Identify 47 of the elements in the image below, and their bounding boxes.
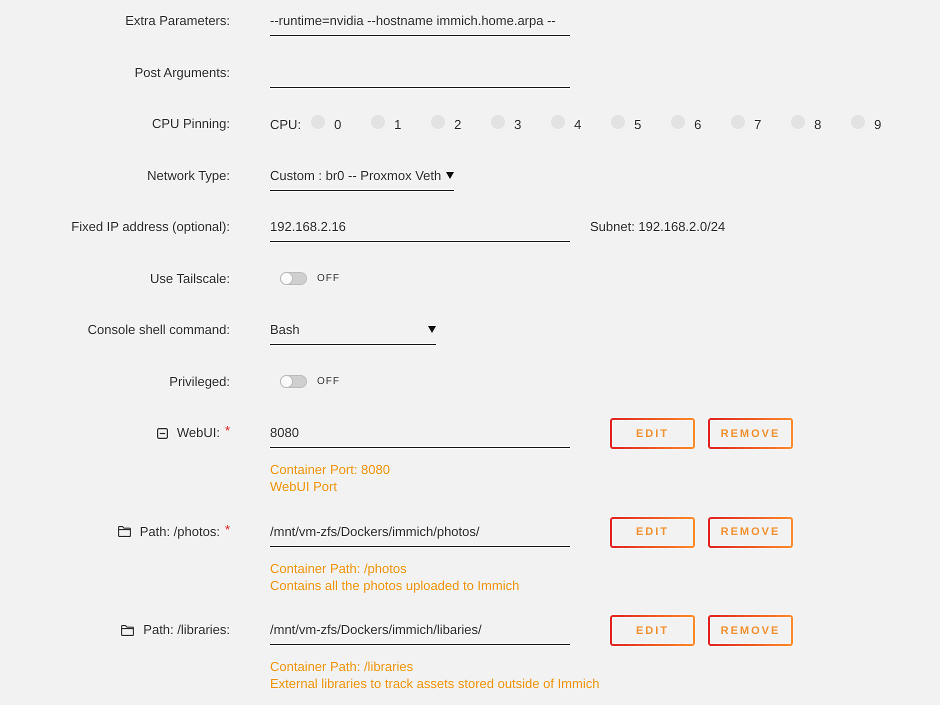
folder-icon	[121, 624, 134, 636]
folder-icon	[118, 526, 131, 537]
cpu-number: 6	[694, 116, 702, 132]
help-text: WebUI Port	[270, 478, 337, 495]
help-text: Container Path: /photos	[270, 560, 407, 576]
required-mark: *	[224, 520, 230, 538]
cpu-number: 8	[814, 116, 822, 132]
field-label: Post Arguments:	[134, 64, 230, 82]
dropdown[interactable]: Bash	[270, 315, 436, 345]
dropdown[interactable]: Custom : br0 -- Proxmox Veth	[270, 160, 454, 190]
text-field[interactable]: /mnt/vm-zfs/Dockers/immich/libaries/	[270, 615, 570, 645]
field-label: Network Type:	[147, 166, 230, 185]
field-label: Fixed IP address (optional):	[71, 218, 230, 236]
caret-icon	[428, 326, 436, 333]
help-text: Container Port: 8080	[270, 461, 390, 478]
text-field[interactable]: 8080	[270, 418, 570, 448]
toggle-switch[interactable]	[280, 375, 307, 388]
required-mark: *	[224, 422, 230, 440]
cpu-prefix-label: CPU:	[270, 116, 302, 132]
text-field[interactable]: /mnt/vm-zfs/Dockers/immich/photos/	[270, 516, 570, 546]
cpu-number: 9	[874, 116, 882, 132]
cpu-number: 3	[514, 116, 522, 132]
field-label: Path: /libraries:	[143, 621, 230, 639]
help-text: Container Path: /libraries	[270, 658, 414, 675]
toggle-state-label: OFF	[317, 273, 340, 284]
cpu-number: 2	[454, 116, 462, 132]
cpu-number: 0	[334, 116, 342, 132]
cpu-number: 4	[574, 116, 582, 132]
toggle-switch[interactable]	[280, 272, 307, 285]
text-field[interactable]: 192.168.2.16	[270, 212, 570, 242]
field-label: Use Tailscale:	[150, 270, 230, 288]
text-field[interactable]: --runtime=nvidia --hostname immich.home.arpa --	[270, 6, 570, 36]
cpu-number: 1	[394, 116, 402, 132]
field-label: Extra Parameters:	[125, 12, 230, 30]
field-label: Console shell command:	[88, 321, 230, 339]
toggle-state-label: OFF	[317, 376, 340, 387]
field-label: Privileged:	[169, 372, 230, 391]
subnet-text: Subnet: 192.168.2.0/24	[590, 218, 726, 236]
field-label: Path: /photos:	[140, 522, 220, 541]
help-text: Contains all the photos uploaded to Immich	[270, 576, 520, 594]
field-label: WebUI:	[176, 424, 220, 442]
minus-square-icon[interactable]	[156, 428, 168, 438]
help-text: External libraries to track assets stored outside of Immich	[270, 675, 600, 692]
field-label: CPU Pinning:	[152, 115, 230, 133]
cpu-number: 5	[634, 116, 642, 132]
cpu-number: 7	[754, 116, 762, 132]
caret-icon	[446, 172, 454, 178]
